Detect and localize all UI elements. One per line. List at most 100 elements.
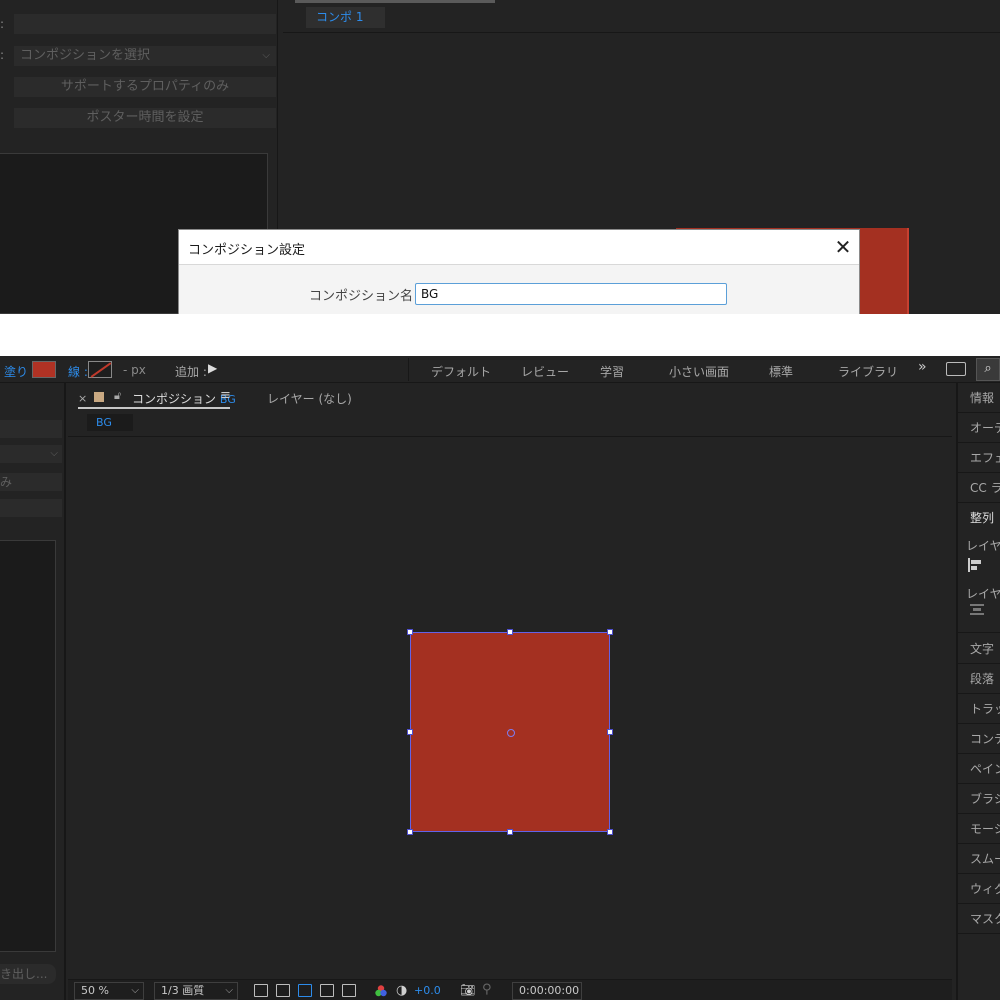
dialog-titlebar: コンポジション設定 ✕ [179, 230, 859, 265]
lock-icon[interactable]: 🔓︎ [114, 389, 121, 403]
transform-handle[interactable] [507, 829, 513, 835]
distribute-top-icon[interactable] [970, 604, 984, 616]
chevron-down-icon: ⌵ [225, 985, 233, 996]
play-circle-icon[interactable]: ▶ [208, 361, 217, 375]
panel-wiggler[interactable]: ウィグラー [958, 874, 1000, 904]
screenshot-separator [0, 314, 1000, 356]
dialog-title: コンポジション設定 [188, 243, 306, 258]
project-field-row-1[interactable] [0, 420, 62, 438]
zoom-value: 50 % [81, 984, 109, 997]
project-button-row-2[interactable] [0, 499, 62, 517]
comp-label-color [94, 392, 104, 402]
workspace-small-screen[interactable]: 小さい画面 [669, 363, 729, 380]
panel-align[interactable]: 整列 [958, 503, 1000, 533]
workspace-separator [408, 358, 409, 381]
panel-paint[interactable]: ペイント [958, 754, 1000, 784]
transform-handle[interactable] [507, 629, 513, 635]
workspace-default[interactable]: デフォルト [431, 363, 491, 380]
transparency-grid-icon[interactable] [276, 984, 290, 997]
mask-path-icon[interactable] [298, 984, 312, 997]
resolution-dropdown[interactable]: 1/3 画質 ⌵ [154, 982, 238, 1000]
panel-paragraph[interactable]: 段落 [958, 664, 1000, 694]
comp-name-input[interactable] [415, 283, 727, 305]
stroke-width-value[interactable]: - px [123, 363, 146, 377]
panel-brushes[interactable]: ブラシ [958, 784, 1000, 814]
transform-handle[interactable] [607, 829, 613, 835]
add-label: 追加 : [175, 365, 207, 379]
project-list[interactable] [0, 540, 56, 952]
panel-content-aware-fill[interactable]: コンテンツ [958, 724, 1000, 754]
fast-preview-icon[interactable] [254, 984, 268, 997]
align-panel-divider [958, 632, 1000, 633]
chevron-down-icon: ⌵ [262, 50, 270, 61]
tab-layer[interactable]: レイヤー (なし) [267, 390, 352, 407]
panel-character[interactable]: 文字 [958, 634, 1000, 664]
workspace-review[interactable]: レビュー [521, 363, 569, 380]
transform-handle[interactable] [407, 829, 413, 835]
resolution-value: 1/3 画質 [161, 984, 205, 997]
region-of-interest-icon[interactable] [320, 984, 334, 997]
project-dropdown[interactable]: ⌵ [0, 445, 62, 463]
exposure-value[interactable]: +0.0 [414, 984, 441, 997]
zoom-dropdown[interactable]: 50 % ⌵ [74, 982, 144, 1000]
snapshot-camera-icon[interactable]: 📷︎ [460, 983, 475, 997]
top-field-row-1[interactable] [14, 14, 276, 34]
color-channels-icon[interactable] [374, 984, 388, 998]
close-icon[interactable]: ✕ [831, 235, 855, 259]
composition-panel: × 🔓︎ コンポジション BG ≡ レイヤー (なし) BG 50 % ⌵ 1/… [68, 383, 954, 1000]
align-layers-to-label: レイヤー [966, 539, 1000, 553]
right-panels-stack: 情報 オーディオ エフェクト CC ライブラリ 整列 レイヤー レイヤー 文字 … [956, 383, 1000, 1000]
stroke-color-swatch[interactable] [88, 361, 112, 378]
distribute-layers-label: レイヤー [966, 587, 1000, 601]
bottom-screenshot: 塗り : 線 : - px 追加 : ▶ デフォルト レビュー 学習 小さい画面… [0, 356, 1000, 1000]
shape-layer-rect[interactable] [407, 629, 613, 835]
workspace-edit-icon[interactable] [946, 362, 966, 376]
top-divider [283, 32, 1000, 33]
tab-composition-prefix: コンポジション [132, 392, 217, 406]
panel-smoother[interactable]: スムーザー [958, 844, 1000, 874]
panel-audio[interactable]: オーディオ [958, 413, 1000, 443]
project-panel: ⌵ み き出し... [0, 383, 66, 1000]
panel-motion-sketch[interactable]: モーション [958, 814, 1000, 844]
set-poster-time-button[interactable]: ポスター時間を設定 [14, 108, 276, 128]
comp-name-label: コンポジション名 : [309, 289, 422, 304]
top-screenshot: : : コンポジションを選択 ⌵ サポートするプロパティのみ ポスター時間を設定… [0, 0, 1000, 314]
close-tab-icon[interactable]: × [78, 392, 87, 405]
viewer-footer: 50 % ⌵ 1/3 画質 ⌵ ◑ +0.0 📷︎ ⚲ 0:00:00:00 [68, 979, 952, 1000]
transform-handle[interactable] [607, 729, 613, 735]
current-time-field[interactable]: 0:00:00:00 [512, 982, 582, 1000]
comp-breadcrumb-chip[interactable]: BG [87, 414, 133, 431]
chevron-down-icon: ⌵ [131, 985, 139, 996]
fill-color-swatch[interactable] [32, 361, 56, 378]
panel-effects[interactable]: エフェクト [958, 443, 1000, 473]
workspace-standard[interactable]: 標準 [769, 363, 793, 380]
show-snapshot-icon[interactable]: ⚲ [482, 982, 492, 997]
row-colon: : [0, 17, 5, 31]
workspace-libraries[interactable]: ライブラリ [838, 363, 898, 380]
active-tab-indicator [78, 407, 230, 409]
exposure-reset-icon[interactable]: ◑ [396, 983, 407, 998]
more-workspaces-icon[interactable]: » [918, 359, 927, 375]
top-comp-tab[interactable]: コンポ 1 [306, 7, 385, 28]
project-footer-button[interactable]: き出し... [0, 964, 56, 984]
panel-menu-icon[interactable]: ≡ [220, 388, 231, 403]
search-icon[interactable]: ⌕ [976, 358, 1000, 381]
supported-properties-button[interactable]: サポートするプロパティのみ [14, 77, 276, 97]
anchor-point-icon[interactable] [507, 729, 515, 737]
panel-mask-interpolation[interactable]: マスク補間 [958, 904, 1000, 934]
panel-tracker[interactable]: トラッカー [958, 694, 1000, 724]
workspace-learn[interactable]: 学習 [600, 363, 624, 380]
panel-cc-libraries[interactable]: CC ライブラリ [958, 473, 1000, 503]
transform-handle[interactable] [407, 629, 413, 635]
comp-settings-dialog: コンポジション設定 ✕ コンポジション名 : [178, 229, 860, 314]
transform-handle[interactable] [607, 629, 613, 635]
transform-handle[interactable] [407, 729, 413, 735]
panel-info[interactable]: 情報 [958, 383, 1000, 413]
guides-grid-icon[interactable] [342, 984, 356, 997]
select-comp-dropdown[interactable]: コンポジションを選択 ⌵ [14, 46, 276, 66]
align-left-icon[interactable] [968, 558, 984, 572]
stroke-label[interactable]: 線 : [68, 363, 88, 380]
tools-toolbar: 塗り : 線 : - px 追加 : ▶ デフォルト レビュー 学習 小さい画面… [0, 356, 1000, 383]
composition-viewer[interactable] [68, 436, 952, 978]
project-button-row-1[interactable]: み [0, 473, 62, 491]
